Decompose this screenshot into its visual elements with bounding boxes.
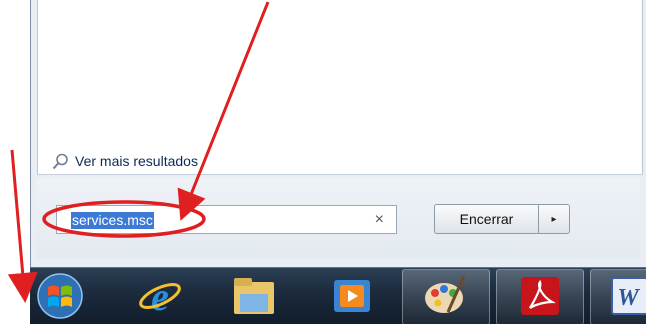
adobe-reader-icon xyxy=(521,277,559,315)
shutdown-options-arrow-icon[interactable]: ▸ xyxy=(538,204,570,234)
search-input[interactable]: services.msc × xyxy=(56,205,397,234)
paint-icon xyxy=(425,275,466,313)
svg-text:W: W xyxy=(617,285,640,311)
windows-start-orb-icon[interactable] xyxy=(36,272,84,320)
shutdown-group: Encerrar ▸ xyxy=(434,204,570,234)
taskbar: e W xyxy=(30,267,646,325)
svg-text:e: e xyxy=(151,274,169,319)
annotation-arrow-to-start-orb xyxy=(7,149,38,303)
internet-explorer-icon[interactable]: e xyxy=(136,272,184,320)
search-input-value: services.msc xyxy=(71,212,154,229)
media-player-icon[interactable] xyxy=(328,272,376,320)
search-results-panel xyxy=(37,0,643,175)
search-icon xyxy=(52,153,68,169)
clear-search-icon[interactable]: × xyxy=(375,209,384,231)
file-explorer-icon[interactable] xyxy=(230,272,278,320)
see-more-results-label: Ver mais resultados xyxy=(75,153,198,169)
shutdown-button[interactable]: Encerrar xyxy=(434,204,538,234)
word-icon: W xyxy=(611,277,646,315)
see-more-results-link[interactable]: Ver mais resultados xyxy=(52,150,198,172)
